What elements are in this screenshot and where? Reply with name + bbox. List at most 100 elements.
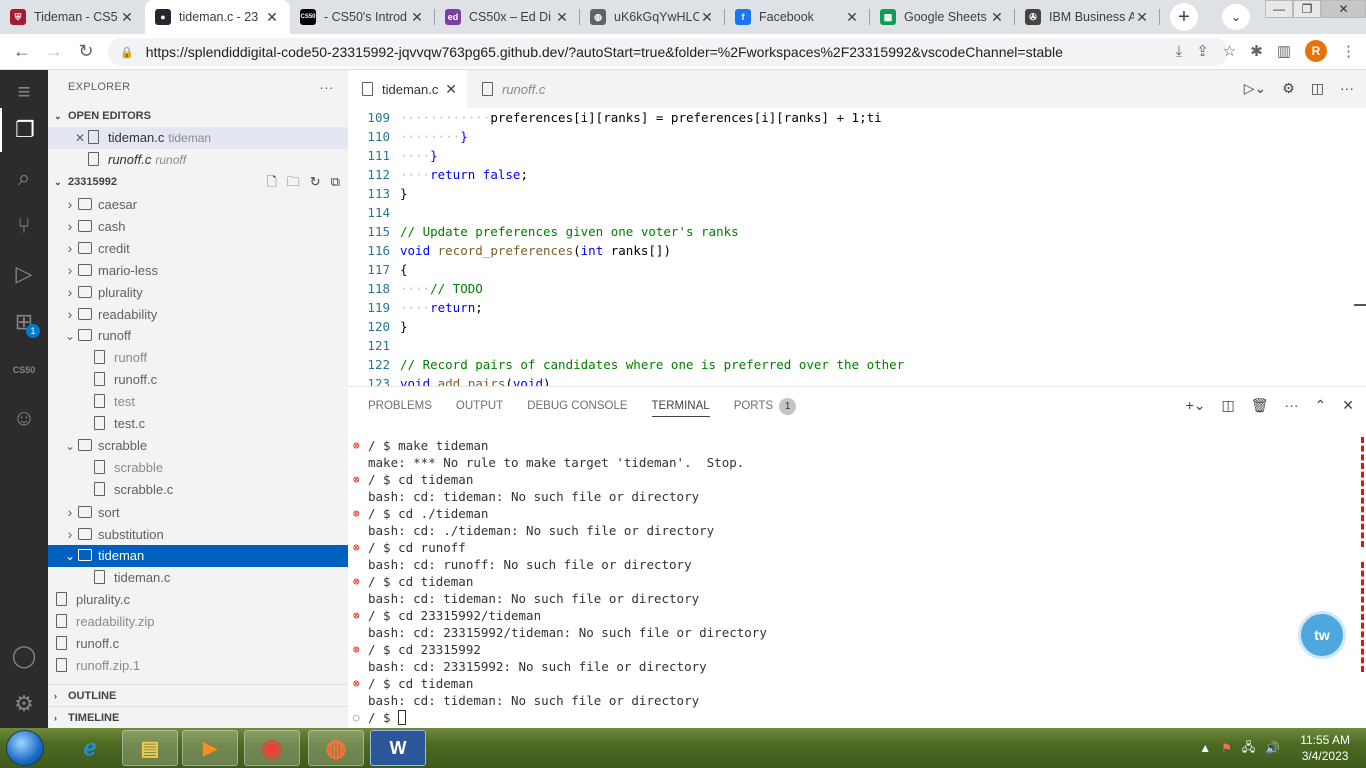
floating-assistant-button[interactable]: tw — [1298, 611, 1346, 659]
bookmark-star-icon[interactable]: ☆ — [1223, 42, 1236, 60]
folder-item[interactable]: › sort — [48, 501, 348, 523]
folder-item[interactable]: ⌄ scrabble — [48, 435, 348, 457]
run-debug-icon[interactable]: ▷ — [0, 252, 48, 296]
word-icon[interactable]: W — [370, 730, 426, 766]
workspace-header[interactable]: ⌄ 23315992 🗋 🗀 ↻ ⧉ — [48, 171, 348, 193]
error-decoration-icon[interactable]: ⊗ — [353, 539, 360, 556]
split-terminal-icon[interactable]: ◫ — [1222, 397, 1235, 414]
network-icon[interactable]: 🖧 — [1242, 738, 1255, 759]
clock[interactable]: 11:55 AM 3/4/2023 — [1300, 732, 1350, 764]
new-terminal-icon[interactable]: +⌄ — [1186, 397, 1206, 414]
browser-tab[interactable]: f Facebook ✕ — [725, 0, 870, 34]
collapse-all-icon[interactable]: ⧉ — [331, 171, 340, 193]
folder-item[interactable]: › mario-less — [48, 259, 348, 281]
close-panel-icon[interactable]: ✕ — [1342, 397, 1354, 414]
firefox-icon[interactable]: ◍ — [308, 730, 364, 766]
browser-tab[interactable]: ▦ Google Sheets ✕ — [870, 0, 1015, 34]
new-tab-button[interactable]: + — [1170, 3, 1198, 31]
split-editor-icon[interactable]: ◫ — [1311, 80, 1324, 97]
folder-item[interactable]: › readability — [48, 303, 348, 325]
file-item[interactable]: test.c — [48, 413, 348, 435]
tab-close-icon[interactable]: ✕ — [1134, 9, 1150, 26]
explorer-files-icon[interactable]: ❐ — [0, 108, 48, 152]
error-decoration-icon[interactable]: ⊗ — [353, 437, 360, 454]
chrome-icon[interactable]: ◉ — [244, 730, 300, 766]
tab-close-icon[interactable]: ✕ — [554, 9, 570, 26]
error-decoration-icon[interactable]: ⊗ — [353, 607, 360, 624]
open-editors-header[interactable]: ⌄ OPEN EDITORS — [48, 105, 348, 127]
panel-tab-problems[interactable]: PROBLEMS — [368, 387, 432, 425]
extensions-icon[interactable]: ⊞ 1 — [0, 300, 48, 344]
settings-gear-icon[interactable]: ⚙ — [1282, 80, 1295, 97]
minimize-button[interactable]: — — [1265, 0, 1293, 18]
open-editor-item[interactable]: runoff.c runoff — [48, 149, 348, 171]
browser-tab[interactable]: CS50 - CS50's Introd ✕ — [290, 0, 435, 34]
start-button[interactable] — [6, 730, 44, 766]
tab-close-icon[interactable]: ✕ — [409, 9, 425, 26]
media-player-icon[interactable]: ▶ — [182, 730, 238, 766]
folder-item[interactable]: › plurality — [48, 281, 348, 303]
tab-close-icon[interactable]: ✕ — [989, 9, 1005, 26]
install-app-icon[interactable]: ⤓ — [1176, 43, 1183, 60]
terminal-output[interactable]: ⊗ / $ make tideman make: *** No rule to ma… — [348, 437, 1366, 726]
file-item[interactable]: runoff.c — [48, 633, 348, 655]
address-bar[interactable]: 🔒 https://splendiddigital-code50-2331599… — [108, 38, 1228, 66]
browser-menu-icon[interactable]: ⋮ — [1341, 42, 1356, 60]
profile-avatar[interactable]: R — [1305, 40, 1327, 62]
editor-tab[interactable]: tideman.c ✕ — [348, 70, 468, 108]
lock-icon[interactable]: 🔒 — [120, 46, 134, 59]
new-file-icon[interactable]: 🗋 — [266, 171, 276, 193]
file-item[interactable]: test — [48, 391, 348, 413]
internet-explorer-icon[interactable]: ℯ — [62, 730, 118, 766]
source-control-icon[interactable]: ⑂ — [0, 204, 48, 248]
forward-button[interactable]: → — [38, 41, 70, 62]
error-decoration-icon[interactable]: ⊗ — [353, 505, 360, 522]
tab-close-icon[interactable]: ✕ — [119, 9, 135, 26]
show-hidden-icons[interactable]: ▲ — [1199, 741, 1211, 755]
back-button[interactable]: ← — [6, 41, 38, 62]
maximize-panel-icon[interactable]: ⌃ — [1315, 397, 1327, 414]
file-item[interactable]: scrabble.c — [48, 479, 348, 501]
close-window-button[interactable]: ✕ — [1321, 0, 1366, 18]
trash-icon[interactable]: 🗑 — [1251, 397, 1269, 414]
error-decoration-icon[interactable]: ⊗ — [353, 675, 360, 692]
error-decoration-icon[interactable]: ⊗ — [353, 573, 360, 590]
error-decoration-icon[interactable]: ⊗ — [353, 471, 360, 488]
more-actions-icon[interactable]: ··· — [319, 70, 334, 105]
folder-item[interactable]: ⌄ runoff — [48, 325, 348, 347]
file-item[interactable]: runoff — [48, 347, 348, 369]
maximize-button[interactable]: ❐ — [1293, 0, 1321, 18]
open-editor-item[interactable]: ✕ tideman.c tideman — [48, 127, 348, 149]
refresh-icon[interactable]: ↻ — [310, 171, 321, 193]
browser-tab[interactable]: ✇ IBM Business A ✕ — [1015, 0, 1160, 34]
action-center-flag-icon[interactable]: ⚑ — [1221, 741, 1232, 755]
run-code-icon[interactable]: ▷⌄ — [1244, 80, 1267, 97]
tab-search-button[interactable]: ⌄ — [1222, 4, 1250, 30]
browser-tab[interactable]: ● tideman.c - 23 ✕ — [145, 0, 290, 34]
file-item[interactable]: scrabble — [48, 457, 348, 479]
share-icon[interactable]: ⇪ — [1196, 42, 1209, 60]
extensions-puzzle-icon[interactable]: ✱ — [1250, 42, 1263, 60]
error-decoration-icon[interactable]: ⊗ — [353, 641, 360, 658]
folder-item[interactable]: › credit — [48, 237, 348, 259]
search-icon[interactable]: ⌕ — [0, 156, 48, 200]
file-item[interactable]: plurality.c — [48, 589, 348, 611]
tab-close-icon[interactable]: ✕ — [445, 81, 457, 98]
folder-item[interactable]: › cash — [48, 215, 348, 237]
file-item[interactable]: tideman.c — [48, 567, 348, 589]
outline-header[interactable]: › OUTLINE — [48, 684, 348, 706]
timeline-header[interactable]: › TIMELINE — [48, 706, 348, 728]
editor-tab[interactable]: runoff.c — [468, 70, 588, 108]
browser-tab[interactable]: ed CS50x – Ed Di ✕ — [435, 0, 580, 34]
tab-close-icon[interactable]: ✕ — [699, 9, 715, 26]
file-item[interactable]: runoff.c — [48, 369, 348, 391]
tab-close-icon[interactable]: ✕ — [844, 9, 860, 26]
file-item[interactable]: runoff.zip.1 — [48, 655, 348, 677]
close-icon[interactable]: ✕ — [72, 127, 88, 149]
file-explorer-icon[interactable]: ▤ — [122, 730, 178, 766]
file-item[interactable]: readability.zip — [48, 611, 348, 633]
panel-tab-output[interactable]: OUTPUT — [456, 387, 503, 425]
panel-tab-debug-console[interactable]: DEBUG CONSOLE — [527, 387, 627, 425]
terminal-prompt-line[interactable]: ○ / $ — [348, 709, 1366, 726]
new-folder-icon[interactable]: 🗀 — [287, 171, 300, 193]
